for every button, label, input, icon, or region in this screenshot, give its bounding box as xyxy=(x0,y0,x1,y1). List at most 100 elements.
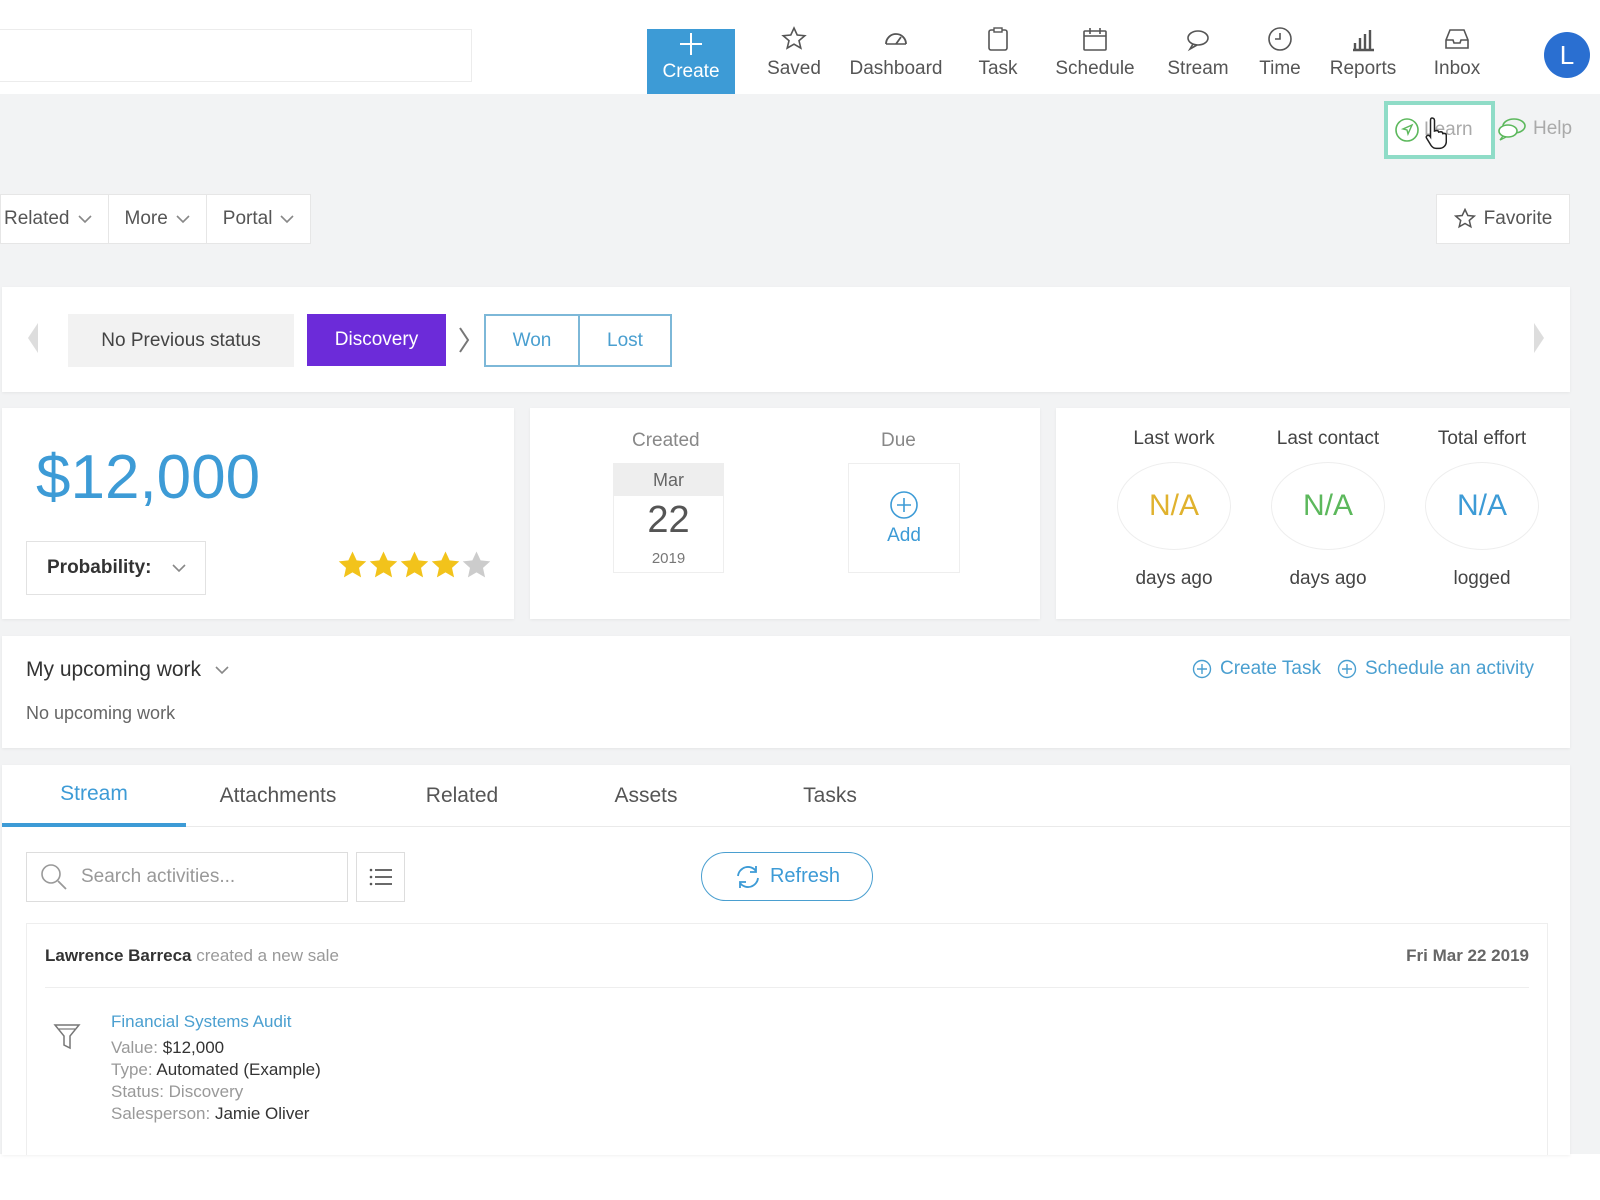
activity-item: Lawrence Barreca created a new sale Fri … xyxy=(26,923,1548,1155)
probability-label: Probability: xyxy=(47,557,152,578)
nav-task-button[interactable]: Task xyxy=(968,22,1028,94)
nav-saved-label: Saved xyxy=(767,58,821,79)
chevron-down-icon xyxy=(77,215,92,224)
related-menu-label: Related xyxy=(4,208,70,229)
nav-dashboard-button[interactable]: Dashboard xyxy=(842,22,950,94)
page-bottom-margin xyxy=(0,1154,1600,1200)
sale-status-field: Status: Discovery xyxy=(111,1082,243,1102)
previous-arrow-icon[interactable] xyxy=(26,321,40,355)
refresh-icon xyxy=(737,865,759,888)
deal-value-card: $12,000 Probability: xyxy=(2,408,514,619)
probability-select[interactable]: Probability: xyxy=(26,541,206,595)
nav-reports-button[interactable]: Reports xyxy=(1322,22,1404,94)
portal-menu-button[interactable]: Portal xyxy=(207,195,311,243)
upcoming-work-title: My upcoming work xyxy=(26,658,202,681)
user-avatar[interactable]: L xyxy=(1544,32,1590,78)
activity-search-placeholder: Search activities... xyxy=(81,866,236,887)
gauge-icon xyxy=(885,33,907,45)
add-circle-icon xyxy=(1337,659,1357,679)
star-icon xyxy=(781,26,807,50)
funnel-icon xyxy=(53,1024,81,1050)
schedule-activity-link[interactable]: Schedule an activity xyxy=(1337,658,1534,680)
tab-tasks[interactable]: Tasks xyxy=(738,765,922,827)
upcoming-work-dropdown[interactable]: My upcoming work xyxy=(26,658,229,682)
star-filled-icon[interactable] xyxy=(368,550,399,581)
activity-author[interactable]: Lawrence Barreca xyxy=(45,946,191,965)
field-value: Jamie Oliver xyxy=(214,1104,310,1123)
tab-stream[interactable]: Stream xyxy=(2,765,186,827)
next-arrow-icon[interactable] xyxy=(1532,321,1546,355)
metric-value: N/A xyxy=(1117,462,1231,550)
metric-value: N/A xyxy=(1425,462,1539,550)
refresh-button[interactable]: Refresh xyxy=(701,852,873,901)
upcoming-empty-text: No upcoming work xyxy=(26,703,176,723)
star-empty-icon[interactable] xyxy=(461,550,492,581)
field-key: Type: xyxy=(111,1060,153,1079)
chat-bubbles-icon xyxy=(1498,118,1526,141)
list-icon xyxy=(369,868,392,886)
create-task-label: Create Task xyxy=(1219,658,1321,679)
tab-attachments[interactable]: Attachments xyxy=(186,765,370,827)
chevron-down-icon xyxy=(280,215,295,224)
add-due-label: Add xyxy=(887,525,921,546)
tab-related[interactable]: Related xyxy=(370,765,554,827)
search-icon xyxy=(41,864,67,890)
star-filled-icon[interactable] xyxy=(337,550,368,581)
metric-title: Last contact xyxy=(1276,428,1380,449)
activity-search-input[interactable]: Search activities... xyxy=(26,852,348,902)
star-filled-icon[interactable] xyxy=(399,550,430,581)
won-status-button[interactable]: Won xyxy=(484,314,580,367)
metric-subtitle: days ago xyxy=(1289,568,1367,589)
help-label: Help xyxy=(1533,118,1573,139)
nav-task-label: Task xyxy=(978,58,1018,79)
help-link[interactable]: Help xyxy=(1497,110,1572,148)
nav-create-button[interactable]: Create xyxy=(647,29,735,94)
tab-assets[interactable]: Assets xyxy=(554,765,738,827)
field-key: Value: xyxy=(111,1038,158,1057)
more-menu-button[interactable]: More xyxy=(109,195,207,243)
current-status-button[interactable]: Discovery xyxy=(307,314,446,366)
sale-type-field: Type: Automated (Example) xyxy=(111,1060,321,1080)
previous-status-label: No Previous status xyxy=(68,314,294,367)
nav-stream-label: Stream xyxy=(1167,58,1229,79)
metric-value: N/A xyxy=(1271,462,1385,550)
metric-subtitle: logged xyxy=(1453,568,1511,589)
calendar-icon xyxy=(1083,28,1107,51)
lost-status-button[interactable]: Lost xyxy=(578,314,672,367)
global-search-input[interactable] xyxy=(0,29,472,82)
chevron-down-icon xyxy=(171,564,186,573)
metric-title: Total effort xyxy=(1437,428,1527,449)
upcoming-work-panel: My upcoming work No upcoming work Create… xyxy=(2,636,1570,748)
nav-time-button[interactable]: Time xyxy=(1248,22,1312,94)
created-month: Mar xyxy=(614,464,723,496)
nav-inbox-button[interactable]: Inbox xyxy=(1422,22,1492,94)
add-circle-icon xyxy=(1192,659,1212,679)
add-due-date-button[interactable]: Add xyxy=(848,463,960,573)
nav-schedule-label: Schedule xyxy=(1055,58,1135,79)
activity-divider xyxy=(45,987,1529,988)
rating-stars[interactable] xyxy=(337,550,492,581)
nav-stream-button[interactable]: Stream xyxy=(1158,22,1238,94)
created-label: Created xyxy=(632,430,700,451)
nav-reports-label: Reports xyxy=(1329,58,1397,79)
navigation-arrow-icon xyxy=(1395,118,1419,142)
activity-date: Fri Mar 22 2019 xyxy=(1406,946,1529,965)
add-circle-icon xyxy=(890,491,918,519)
favorite-button[interactable]: Favorite xyxy=(1436,194,1570,244)
nav-create-label: Create xyxy=(662,61,720,82)
field-key: Status: xyxy=(111,1082,164,1101)
star-filled-icon[interactable] xyxy=(430,550,461,581)
deal-value: $12,000 xyxy=(36,443,261,512)
sale-title-link[interactable]: Financial Systems Audit xyxy=(111,1012,291,1032)
schedule-activity-label: Schedule an activity xyxy=(1365,658,1534,679)
upcoming-actions: Create Task Schedule an activity xyxy=(1176,658,1534,680)
create-task-link[interactable]: Create Task xyxy=(1192,658,1321,680)
nav-saved-button[interactable]: Saved xyxy=(756,22,832,94)
tab-bar: Stream Attachments Related Assets Tasks xyxy=(2,765,1570,827)
list-view-button[interactable] xyxy=(356,852,405,902)
status-pipeline: No Previous status Discovery Won Lost xyxy=(2,287,1570,392)
metrics-card: Last work N/A days ago Last contact N/A … xyxy=(1056,408,1570,619)
nav-schedule-button[interactable]: Schedule xyxy=(1040,22,1150,94)
related-menu-button[interactable]: Related xyxy=(1,195,109,243)
metric-last-work: Last work N/A days ago xyxy=(1104,428,1244,590)
